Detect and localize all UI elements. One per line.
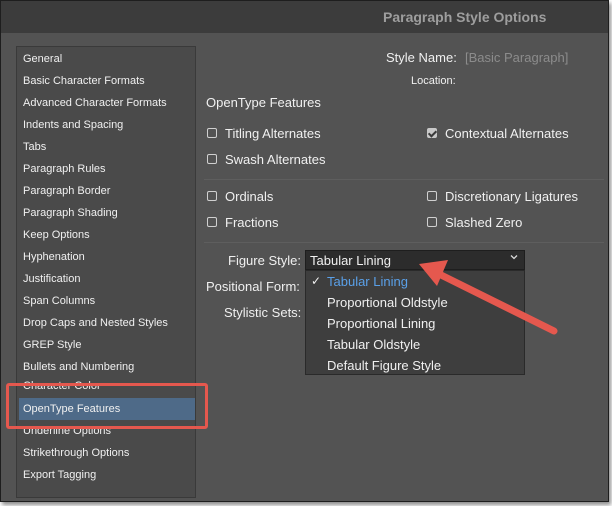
- annotation-arrow: [419, 260, 558, 335]
- dialog-window: Paragraph Style Options General Basic Ch…: [0, 0, 609, 502]
